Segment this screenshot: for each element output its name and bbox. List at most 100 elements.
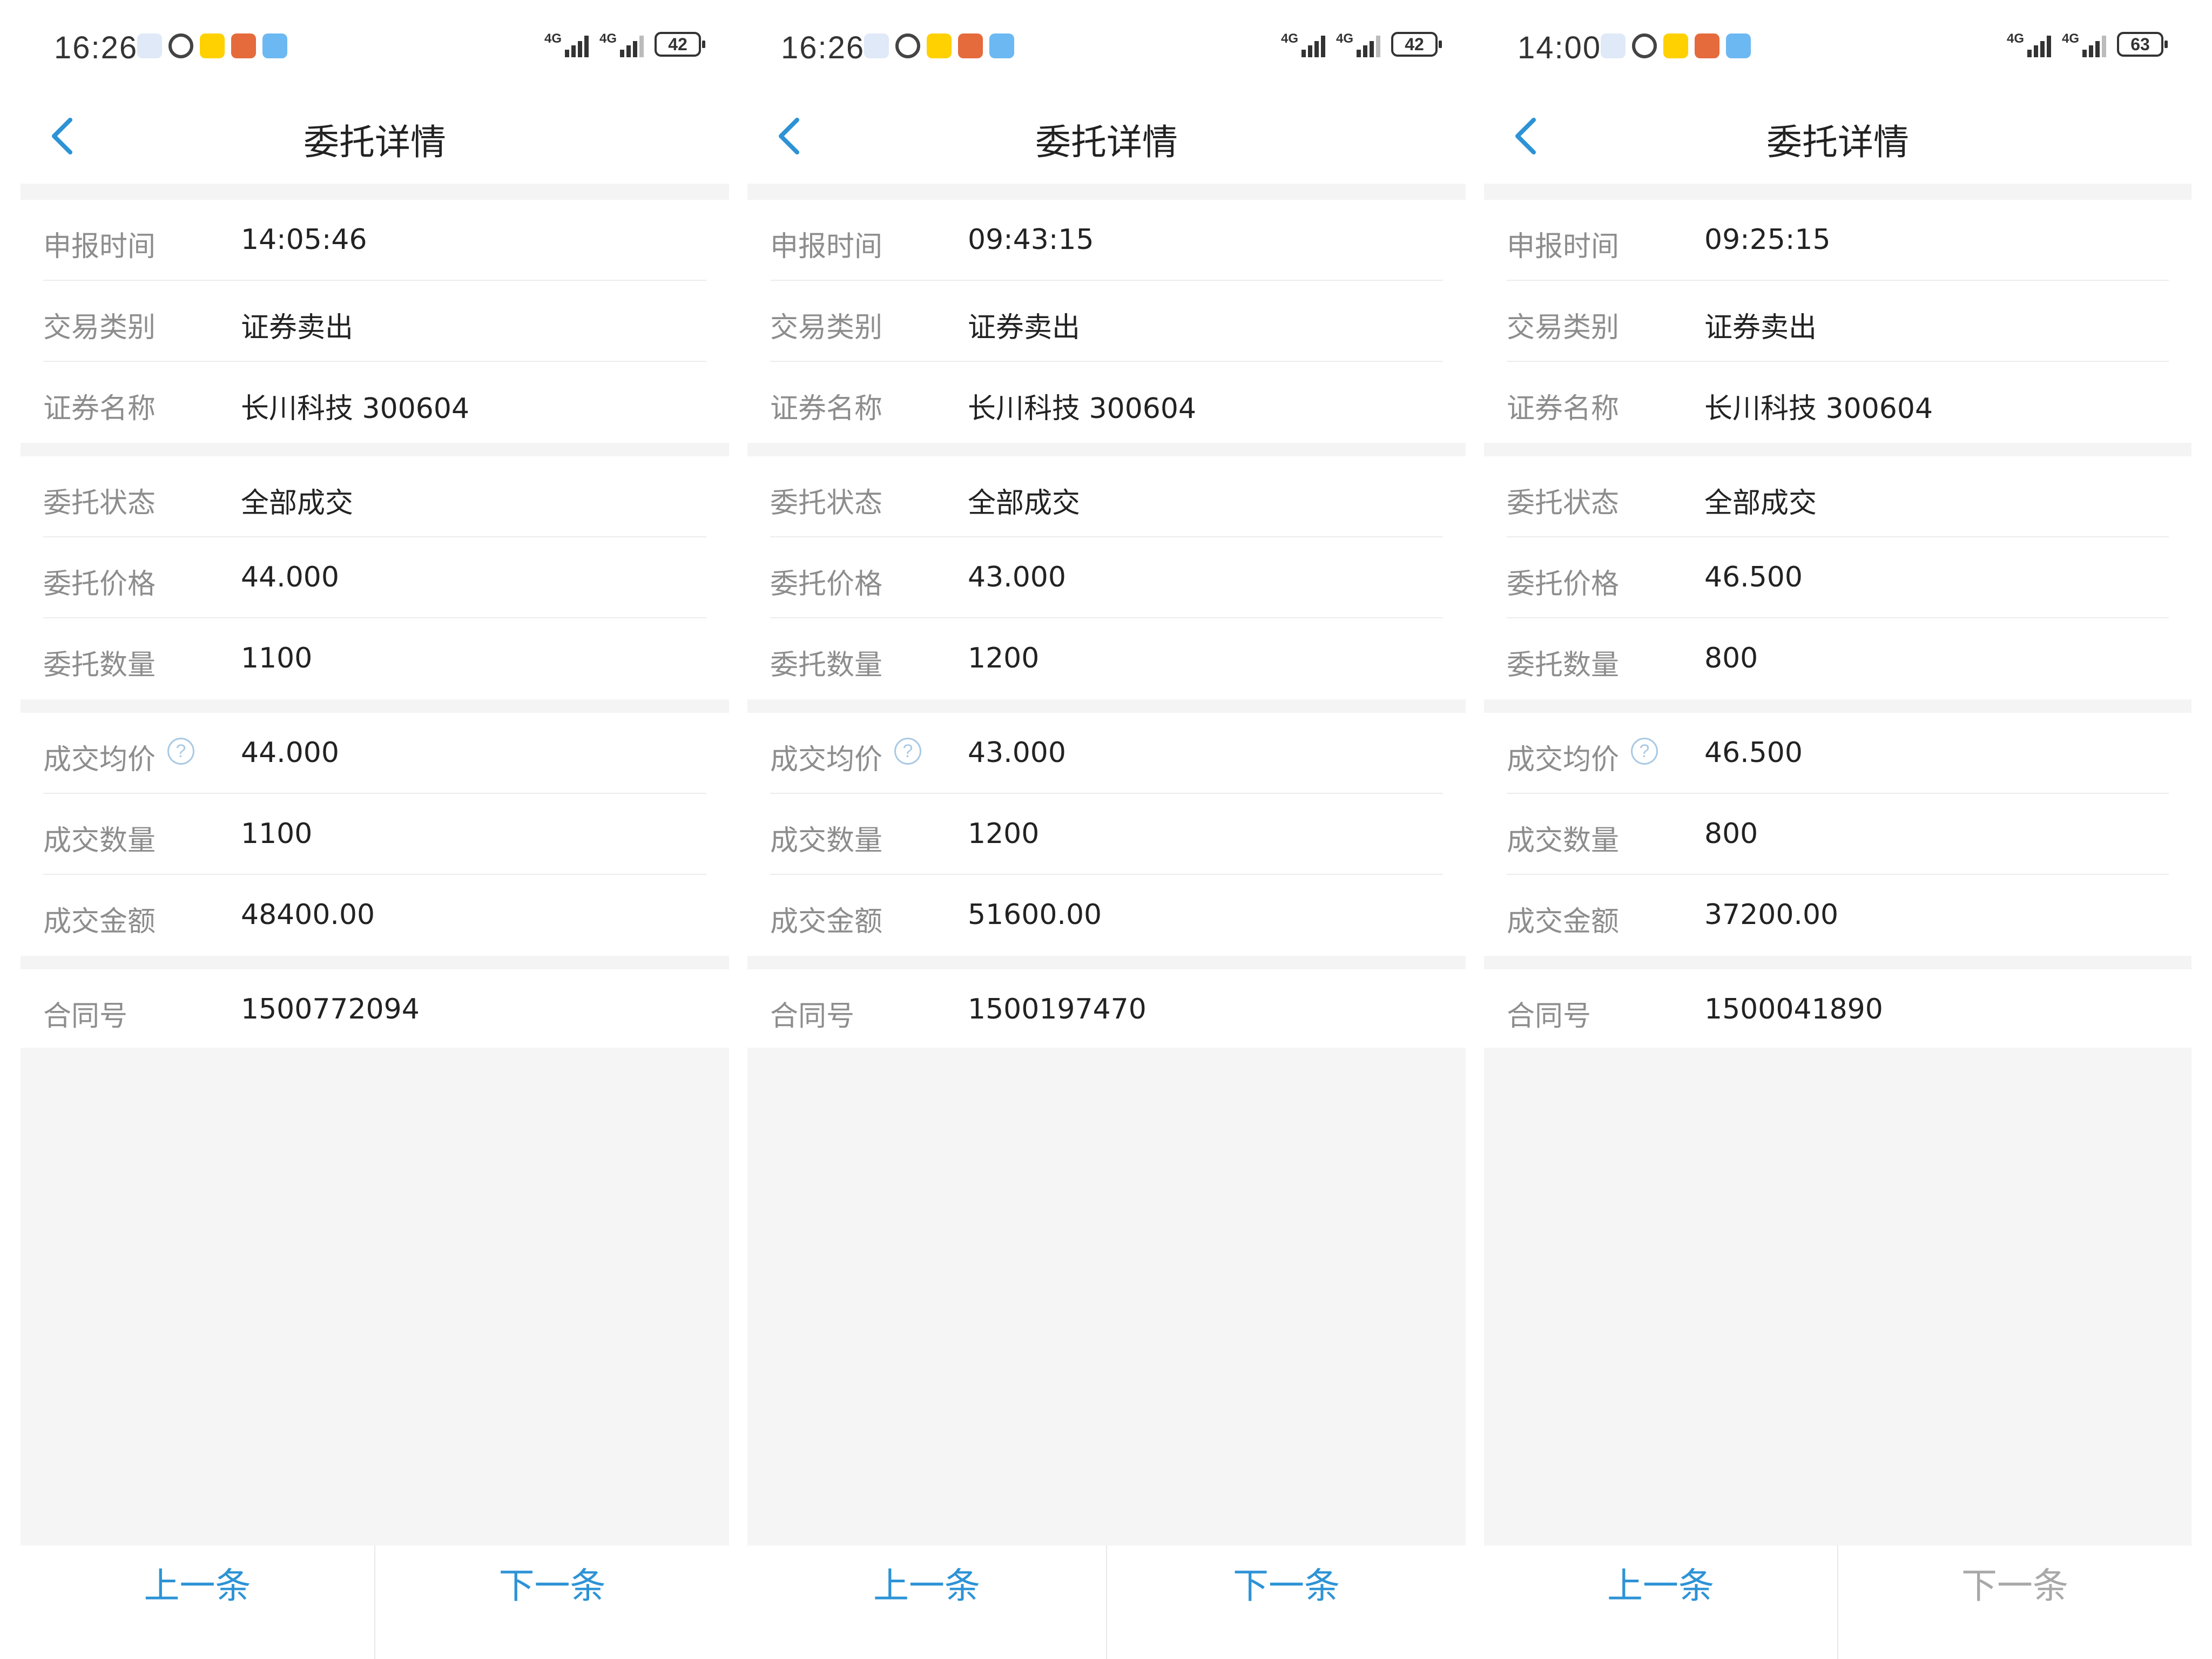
next-button[interactable]: 下一条 [1106,1546,1466,1659]
field-value: 44.000 [241,737,339,769]
row-contract-no: 合同号 1500197470 [747,969,1466,1048]
empty-area [1484,1048,2191,1546]
section-divider [1484,184,2191,200]
help-icon[interactable]: ? [167,738,194,765]
field-label: 委托状态 [1507,487,1620,520]
section-divider [21,184,729,200]
bottom-nav: 上一条 下一条 [21,1546,729,1659]
field-label: 成交数量 [43,825,156,857]
field-value: 长川科技 300604 [1704,393,1933,425]
field-value: 全部成交 [1704,487,1817,520]
record-icon [168,33,193,58]
section-divider [1484,956,2191,969]
status-indicators: 4G 4G 63 [2007,31,2168,57]
field-value: 46.500 [1704,737,1803,769]
field-value: 14:05:46 [241,224,367,256]
row-trade-type: 交易类别 证券卖出 [1484,281,2191,362]
field-value: 09:43:15 [968,224,1094,256]
field-value: 43.000 [968,561,1066,594]
row-order-status: 委托状态 全部成交 [747,456,1466,537]
record-icon [1632,33,1657,58]
help-icon[interactable]: ? [1631,738,1658,765]
field-label: 成交金额 [1507,906,1620,938]
field-value: 1100 [241,642,313,675]
row-order-price: 委托价格 44.000 [21,537,729,618]
field-label: 委托价格 [770,568,883,601]
field-label: 合同号 [43,1000,128,1033]
section-divider [747,443,1466,456]
prev-button[interactable]: 上一条 [21,1546,374,1659]
battery-icon: 42 [655,32,705,57]
row-order-qty: 委托数量 1200 [747,618,1466,699]
field-label: 成交均价 [1507,744,1620,776]
field-label: 证券名称 [1507,393,1620,425]
field-label: 委托数量 [1507,649,1620,682]
row-avg-price: 成交均价 ? 44.000 [21,713,729,794]
field-value: 800 [1704,642,1758,675]
next-button[interactable]: 下一条 [374,1546,729,1659]
row-declare-time: 申报时间 14:05:46 [21,200,729,281]
signal-1-icon: 4G [2007,31,2051,57]
page-title: 委托详情 [304,122,446,163]
status-bar: 14:00 4G 4G 63 [1484,0,2191,92]
row-security-name: 证券名称 长川科技 300604 [21,362,729,443]
field-value: 43.000 [968,737,1066,769]
field-value: 全部成交 [241,487,354,520]
field-label: 成交金额 [770,906,883,938]
field-label: 交易类别 [43,312,156,344]
status-bar: 16:26 4G 4G 42 [747,0,1466,92]
empty-area [21,1048,729,1546]
notification-icons [1601,33,1751,58]
field-value: 1100 [241,818,313,850]
row-filled-amount: 成交金额 37200.00 [1484,875,2191,956]
field-label: 委托数量 [770,649,883,682]
section-divider [747,699,1466,713]
row-order-qty: 委托数量 1100 [21,618,729,699]
row-avg-price: 成交均价 ? 46.500 [1484,713,2191,794]
row-contract-no: 合同号 1500772094 [21,969,729,1048]
row-order-qty: 委托数量 800 [1484,618,2191,699]
field-label: 委托价格 [1507,568,1620,601]
field-value: 1200 [968,818,1040,850]
prev-button[interactable]: 上一条 [1484,1546,1837,1659]
prev-button[interactable]: 上一条 [747,1546,1106,1659]
field-value: 800 [1704,818,1758,850]
page-title: 委托详情 [1766,122,1909,163]
field-label: 成交数量 [1507,825,1620,857]
cloud-app-icon [137,33,162,58]
detail-screen-1: 16:26 4G 4G 42 委托详情 申报时间 14:05:46 交易类别 证… [21,0,729,1659]
bottom-nav: 上一条 下一条 [1484,1546,2191,1659]
nav-bar: 委托详情 [1484,92,2191,184]
section-divider [747,956,1466,969]
field-label: 合同号 [770,1000,855,1033]
field-value: 1500772094 [241,993,420,1026]
cloud-app-icon [864,33,889,58]
page-title: 委托详情 [1035,122,1178,163]
signal-2-icon: 4G [1336,31,1380,57]
weather-icon [262,33,287,58]
help-icon[interactable]: ? [894,738,921,765]
nav-bar: 委托详情 [747,92,1466,184]
field-value: 51600.00 [968,899,1102,931]
row-declare-time: 申报时间 09:25:15 [1484,200,2191,281]
section-divider [21,699,729,713]
game-icon [1695,33,1719,58]
field-value: 1200 [968,642,1040,675]
row-filled-amount: 成交金额 48400.00 [21,875,729,956]
next-button[interactable]: 下一条 [1837,1546,2191,1659]
meituan-icon [200,33,225,58]
field-value: 46.500 [1704,561,1803,594]
detail-screen-2: 16:26 4G 4G 42 委托详情 申报时间 09:43:15 交易类别 证… [747,0,1466,1659]
signal-2-icon: 4G [599,31,644,57]
row-order-price: 委托价格 43.000 [747,537,1466,618]
field-value: 1500041890 [1704,993,1883,1026]
field-label: 委托状态 [770,487,883,520]
section-divider [747,184,1466,200]
row-security-name: 证券名称 长川科技 300604 [747,362,1466,443]
section-divider [21,443,729,456]
row-filled-amount: 成交金额 51600.00 [747,875,1466,956]
status-time: 14:00 [1518,30,1602,65]
meituan-icon [1663,33,1688,58]
signal-1-icon: 4G [1281,31,1325,57]
field-label: 成交数量 [770,825,883,857]
